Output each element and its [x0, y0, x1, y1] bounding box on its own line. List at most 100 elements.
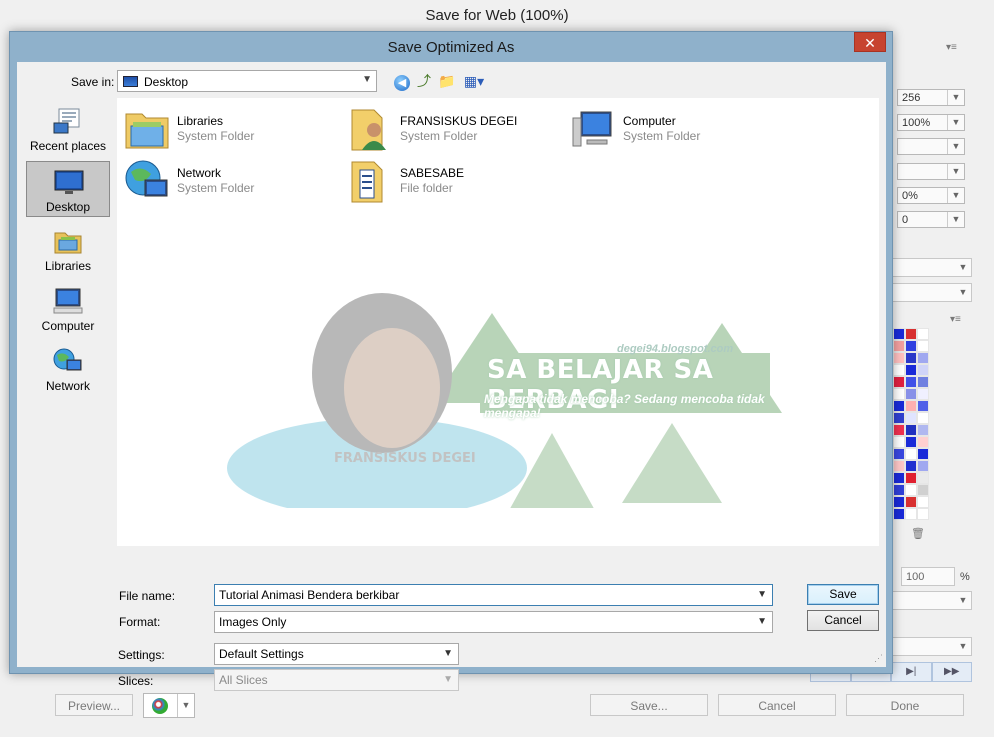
- color-swatch[interactable]: [905, 424, 917, 436]
- chevron-down-icon: ▼: [958, 287, 968, 297]
- color-swatch[interactable]: [893, 388, 905, 400]
- color-swatch[interactable]: [905, 340, 917, 352]
- chevron-down-icon: ▼: [177, 694, 194, 717]
- colors-field[interactable]: 256 ▼: [897, 89, 965, 106]
- color-swatch[interactable]: [917, 364, 929, 376]
- color-swatch[interactable]: [917, 484, 929, 496]
- color-swatch[interactable]: [893, 496, 905, 508]
- anim-play-button[interactable]: ▶|: [891, 662, 932, 682]
- dither-field[interactable]: 100% ▼: [897, 114, 965, 131]
- chevron-down-icon: ▼: [958, 595, 968, 605]
- color-swatch[interactable]: [893, 460, 905, 472]
- place-desktop[interactable]: Desktop: [26, 161, 110, 217]
- color-swatch[interactable]: [905, 352, 917, 364]
- color-swatch[interactable]: [917, 448, 929, 460]
- back-icon[interactable]: ◀: [393, 72, 411, 91]
- panel-menu-icon[interactable]: ▾≡: [946, 42, 957, 53]
- color-swatch[interactable]: [905, 328, 917, 340]
- color-swatch[interactable]: [917, 508, 929, 520]
- save-button[interactable]: Save: [807, 584, 879, 605]
- color-table-menu-icon[interactable]: ▾≡: [950, 314, 961, 325]
- done-button[interactable]: Done: [846, 694, 964, 716]
- color-swatch[interactable]: [905, 448, 917, 460]
- color-swatch[interactable]: [917, 496, 929, 508]
- place-label: Libraries: [44, 259, 92, 273]
- color-swatch[interactable]: [893, 376, 905, 388]
- color-swatch[interactable]: [893, 364, 905, 376]
- color-swatch[interactable]: [905, 496, 917, 508]
- file-item-sabesabe[interactable]: SABESABE File folder: [342, 156, 562, 204]
- anim-last-frame-button[interactable]: ▶▶: [931, 662, 972, 682]
- color-swatch[interactable]: [905, 460, 917, 472]
- color-swatch[interactable]: [893, 424, 905, 436]
- resize-grip-icon[interactable]: ⋰: [874, 653, 883, 664]
- color-swatch[interactable]: [905, 472, 917, 484]
- color-swatch[interactable]: [893, 448, 905, 460]
- color-swatch[interactable]: [893, 508, 905, 520]
- color-swatch[interactable]: [893, 484, 905, 496]
- color-swatch[interactable]: [893, 412, 905, 424]
- file-list[interactable]: Libraries System Folder FRANSISKUS DEGEI…: [117, 98, 879, 546]
- color-swatch[interactable]: [917, 340, 929, 352]
- parent-save-button[interactable]: Save...: [590, 694, 708, 716]
- color-swatch[interactable]: [917, 388, 929, 400]
- looping-select[interactable]: ▼: [886, 637, 972, 656]
- file-item-network[interactable]: Network System Folder: [119, 156, 339, 204]
- color-swatch[interactable]: [905, 508, 917, 520]
- color-swatch[interactable]: [917, 472, 929, 484]
- place-label: Recent places: [29, 139, 107, 153]
- color-swatch[interactable]: [893, 328, 905, 340]
- amount-field[interactable]: 0 ▼: [897, 211, 965, 228]
- color-swatch[interactable]: [917, 400, 929, 412]
- place-computer[interactable]: Computer: [26, 281, 110, 337]
- color-swatch[interactable]: [893, 340, 905, 352]
- quality-input[interactable]: 100: [901, 567, 955, 586]
- color-swatch[interactable]: [917, 460, 929, 472]
- close-button[interactable]: ✕: [854, 32, 886, 52]
- resample-select[interactable]: ▼: [886, 591, 972, 610]
- color-swatch[interactable]: [917, 328, 929, 340]
- place-libraries[interactable]: Libraries: [26, 221, 110, 277]
- color-swatch[interactable]: [905, 436, 917, 448]
- color-swatch[interactable]: [905, 412, 917, 424]
- color-swatch[interactable]: [893, 352, 905, 364]
- new-folder-icon[interactable]: 📁: [438, 72, 456, 90]
- slices-label: Slices:: [118, 674, 154, 688]
- color-mode-select[interactable]: ▼: [886, 283, 972, 302]
- color-swatch[interactable]: [905, 364, 917, 376]
- matte-field[interactable]: ▼: [897, 138, 965, 155]
- preview-button[interactable]: Preview...: [55, 694, 133, 716]
- color-swatch[interactable]: [917, 436, 929, 448]
- file-name-input[interactable]: Tutorial Animasi Bendera berkibar ▼: [214, 584, 773, 606]
- color-swatch[interactable]: [917, 424, 929, 436]
- color-swatch[interactable]: [905, 400, 917, 412]
- cancel-button[interactable]: Cancel: [807, 610, 879, 631]
- lossy-field[interactable]: 0% ▼: [897, 187, 965, 204]
- color-swatch[interactable]: [893, 436, 905, 448]
- web-snap-field[interactable]: ▼: [897, 163, 965, 180]
- place-network[interactable]: Network: [26, 341, 110, 397]
- parent-cancel-button[interactable]: Cancel: [718, 694, 836, 716]
- view-menu-icon[interactable]: ▦▾: [461, 72, 487, 90]
- color-swatch[interactable]: [893, 400, 905, 412]
- trash-icon[interactable]: 🗑: [911, 527, 925, 540]
- color-swatch[interactable]: [917, 412, 929, 424]
- settings-select[interactable]: Default Settings ▼: [214, 643, 459, 665]
- color-swatch[interactable]: [917, 376, 929, 388]
- file-item-libraries[interactable]: Libraries System Folder: [119, 104, 339, 152]
- color-swatch[interactable]: [905, 388, 917, 400]
- color-swatch[interactable]: [893, 472, 905, 484]
- place-recent-places[interactable]: Recent places: [26, 101, 110, 157]
- color-swatch[interactable]: [905, 484, 917, 496]
- save-in-combo[interactable]: Desktop ▼: [117, 70, 377, 92]
- up-folder-icon[interactable]: ⤴: [415, 72, 433, 90]
- color-table[interactable]: [893, 328, 929, 520]
- metadata-select[interactable]: ▼: [886, 258, 972, 277]
- file-item-computer[interactable]: Computer System Folder: [565, 104, 785, 152]
- file-item-fransiskus-degei[interactable]: FRANSISKUS DEGEI System Folder: [342, 104, 562, 152]
- format-select[interactable]: Images Only ▼: [214, 611, 773, 633]
- color-swatch[interactable]: [905, 376, 917, 388]
- color-swatch[interactable]: [917, 352, 929, 364]
- browser-preview-button[interactable]: ▼: [143, 693, 195, 718]
- place-label: Network: [45, 379, 90, 393]
